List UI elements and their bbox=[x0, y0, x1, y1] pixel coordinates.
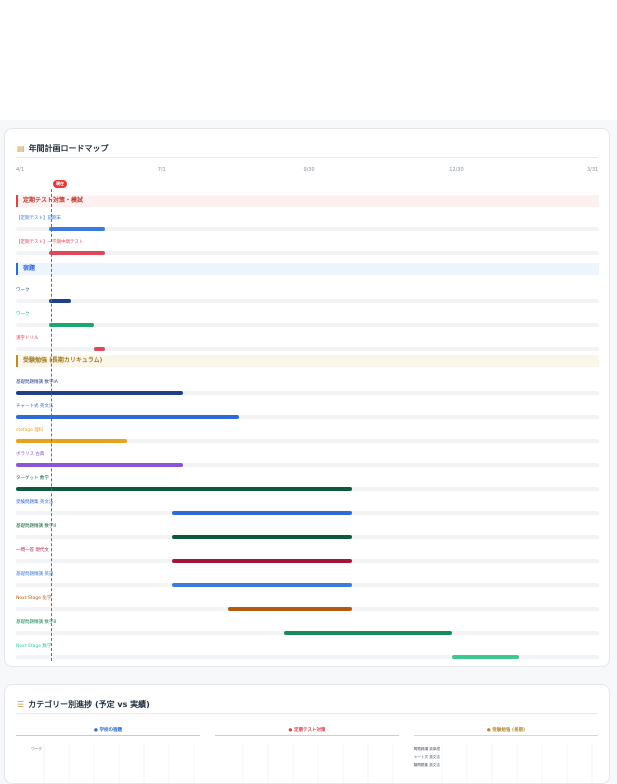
progress-chart-title: ● 定期テスト対策 bbox=[288, 728, 326, 733]
task-bar[interactable] bbox=[16, 463, 184, 467]
task-label: stefage 理科 bbox=[16, 428, 44, 433]
progress-row-label: チャート式 英文法 bbox=[414, 754, 440, 759]
task-bar[interactable] bbox=[172, 535, 352, 539]
progress-chart-divider bbox=[215, 735, 399, 736]
progress-card: ☰ カテゴリー別進捗 (予定 vs 実績) ● 学校の宿題ワーク ● 定期テスト対… bbox=[4, 684, 610, 784]
task-label: Next Stage 化学 bbox=[16, 596, 52, 601]
task-bar[interactable] bbox=[49, 227, 106, 231]
scale-label: 9/30 bbox=[303, 167, 315, 173]
task-bar[interactable] bbox=[49, 251, 106, 255]
task-track bbox=[16, 299, 599, 303]
progress-mini-chart: ワーク bbox=[31, 743, 195, 783]
progress-chart-title: ● 受験勉強 (長期) bbox=[486, 728, 526, 733]
progress-mini-chart bbox=[242, 743, 394, 783]
progress-chart-divider bbox=[414, 735, 598, 736]
top-blank-area bbox=[0, 0, 617, 120]
task-label: 【定期テスト】前期末 bbox=[16, 216, 61, 221]
category-header-long: 受験勉強 (長期カリキュラム) bbox=[16, 355, 599, 367]
task-label: 【定期テスト】一学期中間テスト bbox=[16, 240, 84, 245]
scale-label: 7/1 bbox=[157, 167, 166, 173]
task-bar[interactable] bbox=[16, 391, 184, 395]
title-divider bbox=[16, 157, 598, 158]
today-badge: 現在 bbox=[53, 180, 67, 188]
task-bar[interactable] bbox=[16, 487, 352, 491]
scale-label: 12/30 bbox=[449, 167, 464, 173]
task-label: ワーク bbox=[16, 312, 30, 317]
roadmap-card: ▤ 年間計画ロードマップ 4/1 7/1 9/30 12/30 3/31 現在 定期テス… bbox=[4, 128, 610, 667]
task-bar[interactable] bbox=[172, 583, 352, 587]
today-marker-line bbox=[51, 189, 52, 661]
task-label: 一問一答 現代文 bbox=[16, 548, 49, 553]
task-label: 基礎問題精講 英語 bbox=[16, 572, 54, 577]
calendar-icon: ▤ bbox=[17, 144, 25, 153]
task-bar[interactable] bbox=[284, 631, 453, 635]
progress-mini-chart: 基礎問題精講 英単語チャート式 英文法受験問題集 英文法 bbox=[414, 743, 593, 783]
progress-row-label: 受験問題集 英文法 bbox=[414, 762, 440, 767]
scale-label: 3/31 bbox=[587, 167, 599, 173]
category-header-school: 宿題 bbox=[16, 263, 599, 275]
scale-label: 4/1 bbox=[16, 167, 25, 173]
progress-title: ☰ カテゴリー別進捗 (予定 vs 実績) bbox=[17, 699, 150, 710]
progress-chart-divider bbox=[16, 735, 200, 736]
task-label: ターゲット 数学 bbox=[16, 476, 49, 481]
progress-row-label: ワーク bbox=[31, 746, 42, 751]
category-header-exam: 定期テスト対策・模試 bbox=[16, 195, 599, 207]
task-bar[interactable] bbox=[172, 559, 352, 563]
progress-row-label: 基礎問題精講 英単語 bbox=[414, 746, 440, 751]
task-bar[interactable] bbox=[172, 511, 352, 515]
task-bar[interactable] bbox=[49, 323, 95, 327]
title-divider bbox=[16, 713, 598, 714]
task-bar[interactable] bbox=[452, 655, 520, 659]
task-bar[interactable] bbox=[16, 439, 128, 443]
task-label: 漢字ドリル bbox=[16, 336, 39, 341]
task-bar[interactable] bbox=[94, 347, 106, 351]
roadmap-title-text: 年間計画ロードマップ bbox=[28, 144, 109, 153]
task-label: チャート式 英文法 bbox=[16, 404, 54, 409]
task-bar[interactable] bbox=[16, 415, 240, 419]
task-bar[interactable] bbox=[49, 299, 71, 303]
task-label: ボラリス 古典 bbox=[16, 452, 45, 457]
progress-title-text: カテゴリー別進捗 (予定 vs 実績) bbox=[28, 700, 150, 709]
list-icon: ☰ bbox=[17, 700, 25, 709]
progress-chart-title: ● 学校の宿題 bbox=[94, 728, 122, 733]
task-label: ワーク bbox=[16, 288, 30, 293]
task-bar[interactable] bbox=[228, 607, 352, 611]
task-track bbox=[16, 323, 599, 327]
task-label: Next Stage 数学 bbox=[16, 644, 52, 649]
task-label: 受験問題集 英文法 bbox=[16, 500, 54, 505]
roadmap-title: ▤ 年間計画ロードマップ bbox=[17, 143, 109, 154]
